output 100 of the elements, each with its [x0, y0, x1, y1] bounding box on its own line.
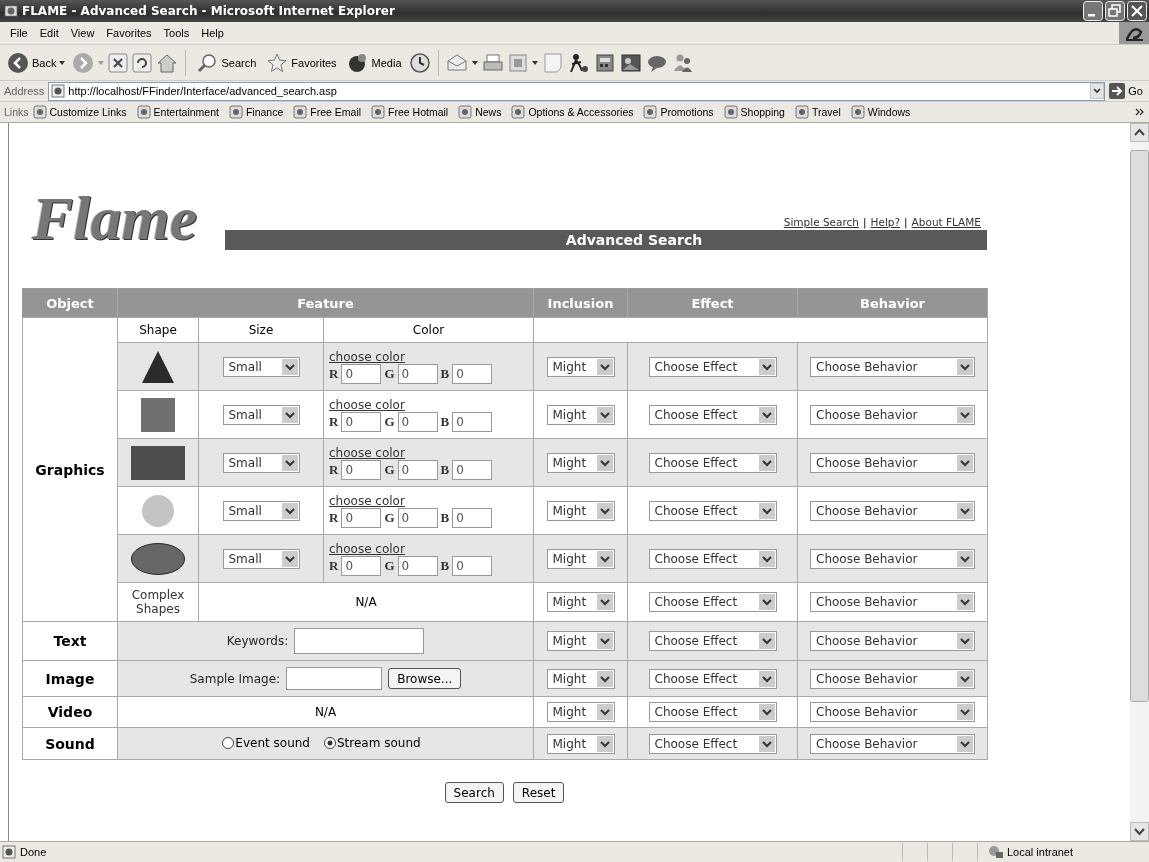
channel-field[interactable]: 0 [452, 411, 493, 432]
link-button[interactable]: Customize Links [32, 105, 133, 119]
effect-dropdown[interactable]: Choose Effect [648, 452, 777, 473]
inclusion-dropdown[interactable]: Might [546, 668, 615, 689]
favorites-button[interactable]: Favorites [263, 51, 340, 74]
file-field[interactable] [286, 667, 383, 690]
nav-link[interactable]: Simple Search [783, 216, 859, 228]
inclusion-dropdown[interactable]: Might [546, 592, 615, 612]
radio-circle[interactable] [222, 736, 235, 749]
behavior-dropdown[interactable]: Choose Behavior [810, 733, 975, 754]
address-field[interactable]: http://localhost/FFinder/Interface/advanced_search.asp [48, 81, 1106, 101]
caret-icon[interactable] [471, 60, 478, 65]
behavior-dropdown[interactable]: Choose Behavior [810, 592, 975, 612]
choose-color-link[interactable]: choose color [329, 541, 528, 556]
scrollbar-thumb[interactable] [1130, 150, 1149, 702]
menu-item[interactable]: Help [195, 27, 230, 39]
inclusion-dropdown[interactable]: Might [546, 631, 615, 651]
behavior-dropdown[interactable]: Choose Behavior [810, 631, 975, 651]
restore-button[interactable] [1105, 1, 1125, 21]
scrollbar[interactable] [1130, 123, 1149, 841]
link-button[interactable]: Free Hotmail [371, 105, 455, 119]
nav-link[interactable]: About FLAME [911, 216, 981, 228]
link-button[interactable]: News [458, 105, 508, 119]
caret-icon[interactable] [531, 60, 538, 65]
channel-field[interactable]: 0 [452, 555, 493, 576]
go-button[interactable]: Go [1109, 83, 1149, 99]
radio-circle[interactable] [324, 736, 336, 749]
channel-field[interactable]: 0 [341, 363, 382, 384]
effect-dropdown[interactable]: Choose Effect [648, 702, 777, 722]
effect-dropdown[interactable]: Choose Effect [648, 500, 777, 521]
menu-item[interactable]: Tools [157, 27, 196, 39]
history-icon[interactable] [408, 51, 431, 74]
radio-option[interactable]: Event sound [222, 735, 310, 750]
link-button[interactable]: Promotions [643, 105, 720, 119]
channel-field[interactable]: 0 [397, 507, 438, 528]
link-button[interactable]: Shopping [723, 105, 791, 119]
scroll-down-button[interactable] [1130, 822, 1149, 841]
inclusion-dropdown[interactable]: Might [546, 500, 615, 521]
stop-icon[interactable] [108, 52, 129, 73]
link-button[interactable]: Free Email [293, 105, 368, 119]
channel-field[interactable]: 0 [397, 363, 438, 384]
link-button[interactable]: Options & Accessories [511, 105, 640, 119]
channel-field[interactable]: 0 [341, 507, 382, 528]
reset-button[interactable]: Reset [512, 782, 565, 803]
chevron-icon[interactable] [1135, 108, 1145, 116]
scroll-up-button[interactable] [1130, 123, 1149, 142]
channel-field[interactable]: 0 [341, 555, 382, 576]
photo-icon[interactable] [619, 51, 642, 74]
search-button[interactable]: Search [193, 51, 260, 74]
browse-button[interactable]: Browse... [388, 668, 462, 689]
behavior-dropdown[interactable]: Choose Behavior [810, 702, 975, 722]
inclusion-dropdown[interactable]: Might [546, 356, 615, 377]
effect-dropdown[interactable]: Choose Effect [648, 592, 777, 612]
size-dropdown[interactable]: Small [222, 356, 300, 377]
link-button[interactable]: Finance [228, 105, 290, 119]
behavior-dropdown[interactable]: Choose Behavior [810, 668, 975, 689]
menu-item[interactable]: Favorites [100, 27, 158, 39]
caret-icon[interactable] [1090, 83, 1105, 99]
channel-field[interactable]: 0 [397, 555, 438, 576]
effect-dropdown[interactable]: Choose Effect [648, 631, 777, 651]
search-button[interactable]: Search [444, 782, 504, 803]
effect-dropdown[interactable]: Choose Effect [648, 356, 777, 377]
behavior-dropdown[interactable]: Choose Behavior [810, 404, 975, 425]
inclusion-dropdown[interactable]: Might [546, 404, 615, 425]
menu-item[interactable]: File [4, 27, 34, 39]
choose-color-link[interactable]: choose color [329, 493, 528, 508]
inclusion-dropdown[interactable]: Might [546, 548, 615, 569]
media-button[interactable]: Media [343, 51, 405, 74]
behavior-dropdown[interactable]: Choose Behavior [810, 356, 975, 377]
channel-field[interactable]: 0 [397, 411, 438, 432]
channel-field[interactable]: 0 [452, 459, 493, 480]
choose-color-link[interactable]: choose color [329, 349, 528, 364]
channel-field[interactable]: 0 [397, 459, 438, 480]
channel-field[interactable]: 0 [341, 411, 382, 432]
link-button[interactable]: Travel [794, 105, 847, 119]
choose-color-link[interactable]: choose color [329, 397, 528, 412]
size-dropdown[interactable]: Small [222, 548, 300, 569]
menu-item[interactable]: Edit [33, 27, 65, 39]
size-dropdown[interactable]: Small [222, 452, 300, 473]
effect-dropdown[interactable]: Choose Effect [648, 548, 777, 569]
link-button[interactable]: Windows [850, 105, 917, 119]
figure-icon[interactable] [567, 51, 590, 74]
channel-field[interactable]: 0 [452, 363, 493, 384]
nav-link[interactable]: Help? [870, 216, 901, 228]
size-dropdown[interactable]: Small [222, 404, 300, 425]
behavior-dropdown[interactable]: Choose Behavior [810, 500, 975, 521]
calculator-icon[interactable] [593, 51, 616, 74]
effect-dropdown[interactable]: Choose Effect [648, 733, 777, 754]
effect-dropdown[interactable]: Choose Effect [648, 668, 777, 689]
behavior-dropdown[interactable]: Choose Behavior [810, 452, 975, 473]
link-button[interactable]: Entertainment [136, 105, 225, 119]
behavior-dropdown[interactable]: Choose Behavior [810, 548, 975, 569]
back-button[interactable]: Back [4, 51, 69, 74]
menu-item[interactable]: View [64, 27, 101, 39]
inclusion-dropdown[interactable]: Might [546, 452, 615, 473]
close-button[interactable] [1127, 1, 1147, 21]
radio-option[interactable]: Stream sound [324, 735, 421, 750]
channel-field[interactable]: 0 [341, 459, 382, 480]
channel-field[interactable]: 0 [452, 507, 493, 528]
effect-dropdown[interactable]: Choose Effect [648, 404, 777, 425]
